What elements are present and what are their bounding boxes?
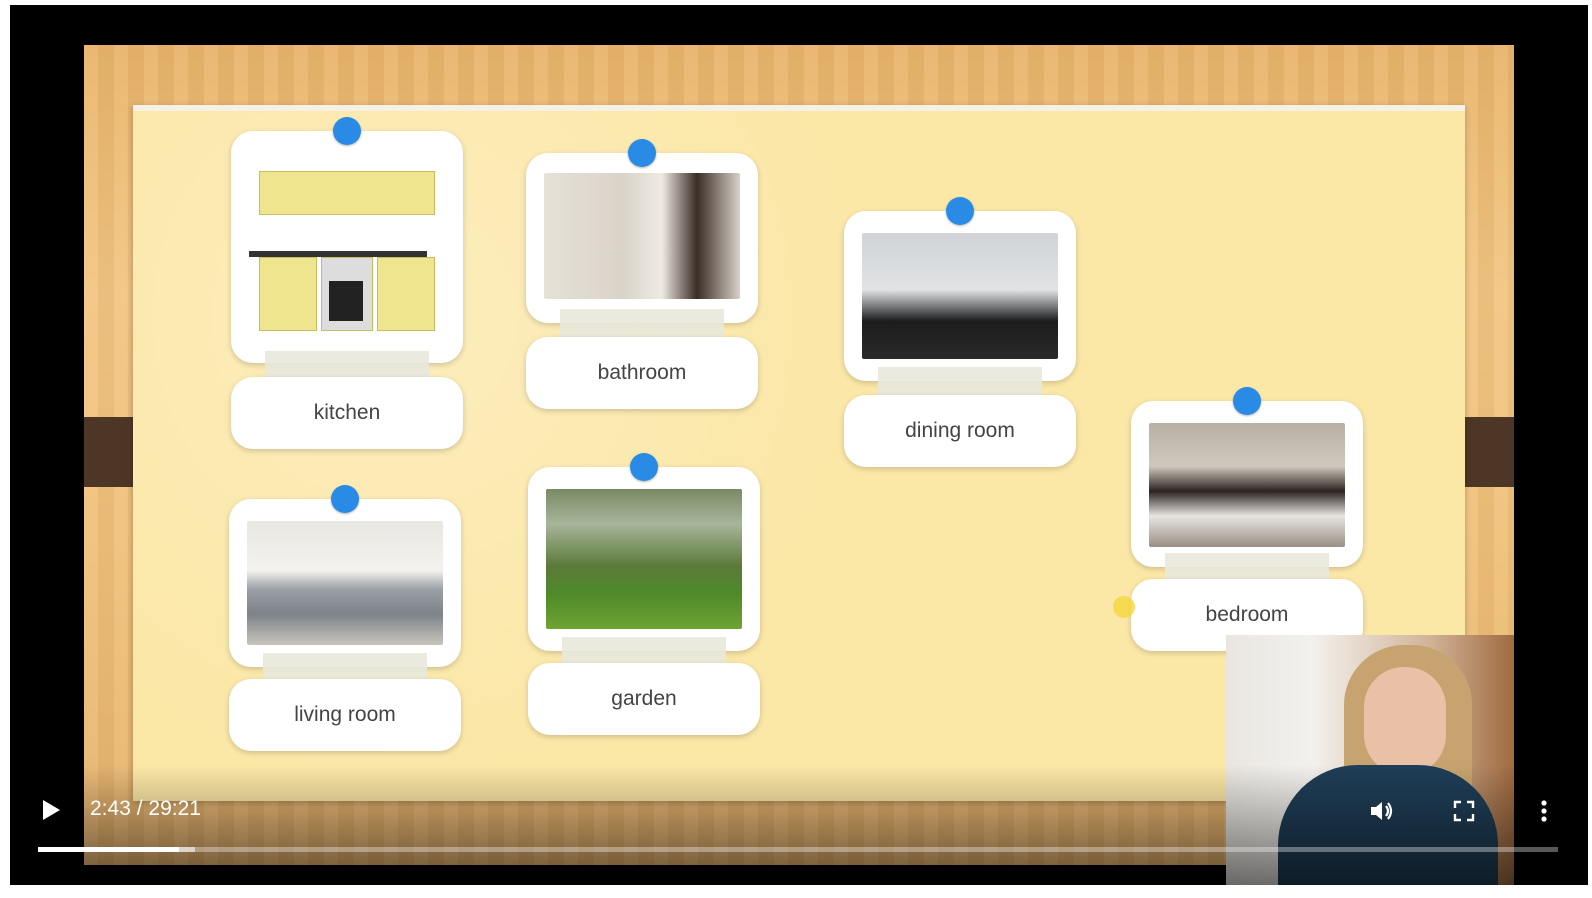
play-button[interactable]	[36, 795, 66, 825]
garden-photo-frame	[528, 453, 760, 669]
cursor-highlight	[1113, 596, 1135, 618]
volume-button[interactable]	[1366, 795, 1398, 827]
pin-icon	[946, 197, 974, 225]
bedroom-photo-frame	[1131, 387, 1363, 585]
label-dining-room: dining room	[844, 395, 1076, 467]
kitchen-photo-frame	[231, 117, 463, 383]
pin-icon	[630, 453, 658, 481]
more-options-button[interactable]	[1528, 795, 1560, 827]
living-photo-frame	[229, 485, 461, 685]
label-garden: garden	[528, 663, 760, 735]
current-time: 2:43	[90, 797, 131, 820]
label-kitchen: kitchen	[231, 377, 463, 449]
wood-band-right	[1465, 417, 1514, 487]
living-room-image	[247, 521, 443, 645]
pin-icon	[333, 117, 361, 145]
kitchen-image	[249, 161, 445, 331]
garden-image	[546, 489, 742, 629]
progress-bar[interactable]	[38, 847, 1558, 852]
dining-room-image	[862, 233, 1058, 359]
more-vert-icon	[1541, 800, 1547, 822]
video-player[interactable]: kitchen bathroom dining room living room…	[10, 5, 1588, 885]
time-separator: /	[136, 797, 143, 820]
label-bathroom: bathroom	[526, 337, 758, 409]
volume-icon	[1371, 802, 1393, 820]
pin-icon	[331, 485, 359, 513]
play-icon	[43, 800, 60, 820]
fullscreen-icon	[1453, 800, 1475, 822]
wood-band-left	[84, 417, 139, 487]
duration: 29:21	[148, 797, 201, 820]
bathroom-photo-frame	[526, 139, 758, 341]
progress-played	[38, 847, 180, 852]
bedroom-image	[1149, 423, 1345, 547]
pin-icon	[1233, 387, 1261, 415]
dining-photo-frame	[844, 197, 1076, 399]
time-display: 2:43 / 29:21	[90, 797, 201, 821]
label-living-room: living room	[229, 679, 461, 751]
fullscreen-button[interactable]	[1448, 795, 1480, 827]
controls-gradient	[10, 765, 1588, 885]
bathroom-image	[544, 173, 740, 299]
pin-icon	[628, 139, 656, 167]
